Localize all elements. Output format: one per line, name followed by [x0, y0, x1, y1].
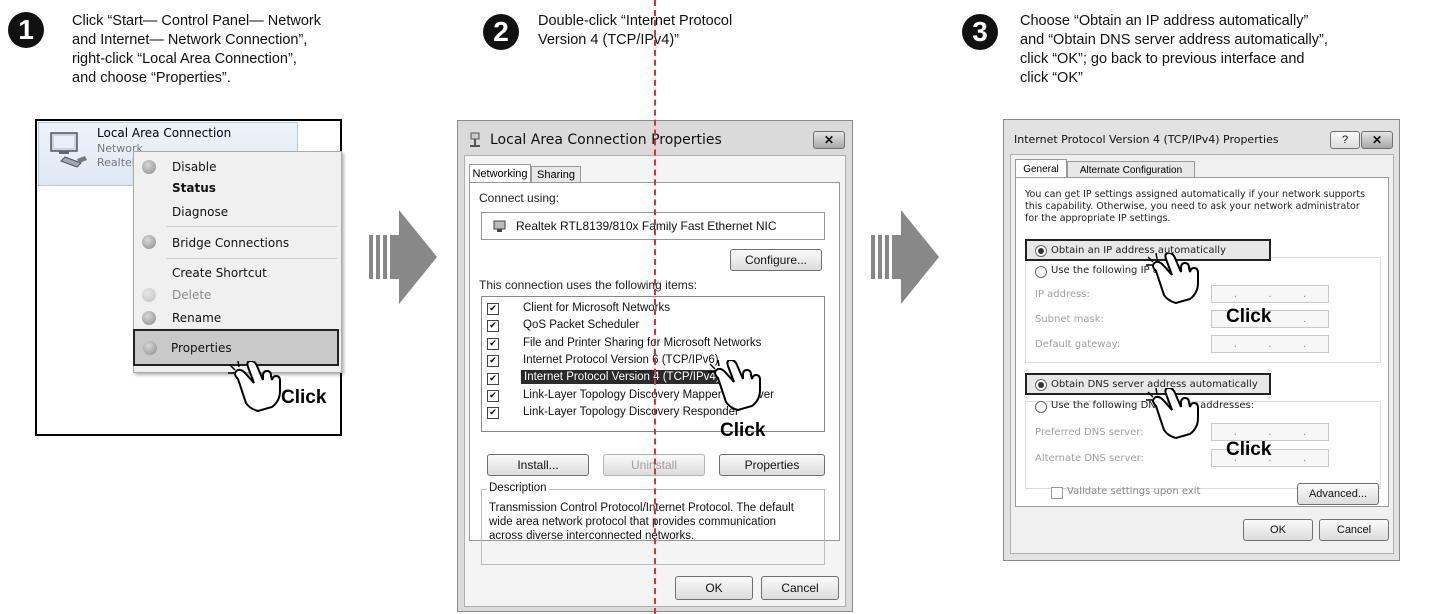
- checkbox[interactable]: ✔: [487, 303, 499, 315]
- checkbox[interactable]: ✔: [487, 320, 499, 332]
- menu-divider: [166, 226, 337, 227]
- next-step-arrow-icon: [369, 210, 437, 304]
- click-label: Click: [1226, 306, 1272, 327]
- configure-button[interactable]: Configure...: [730, 249, 822, 271]
- advanced-button[interactable]: Advanced...: [1297, 483, 1379, 505]
- list-item[interactable]: File and Printer Sharing for Microsoft N…: [523, 337, 761, 349]
- use-ip-radio[interactable]: [1035, 266, 1047, 278]
- description-text: Transmission Control Protocol/Internet P…: [489, 502, 794, 514]
- connection-adapter: Realtek: [97, 156, 139, 169]
- use-dns-radio[interactable]: [1035, 401, 1047, 413]
- shield-icon: [142, 235, 156, 249]
- list-item[interactable]: Link-Layer Topology Discovery Responder: [523, 406, 739, 418]
- subnet-mask-label: Subnet mask:: [1035, 314, 1104, 325]
- menu-item-disable[interactable]: Disable: [172, 160, 217, 174]
- step-3-number: 3: [962, 14, 998, 50]
- list-item[interactable]: QoS Packet Scheduler: [523, 319, 639, 331]
- menu-item-bridge-connections[interactable]: Bridge Connections: [172, 236, 289, 250]
- menu-item-diagnose[interactable]: Diagnose: [172, 205, 228, 219]
- close-button[interactable]: ✕: [1361, 131, 1393, 149]
- next-step-arrow-icon: [871, 210, 939, 304]
- close-button[interactable]: ✕: [813, 131, 845, 149]
- shield-icon: [142, 160, 156, 174]
- network-adapter-icon: [50, 132, 87, 168]
- adapter-field: Realtek RTL8139/810x Family Fast Etherne…: [481, 212, 825, 240]
- ipv4-properties-dialog: Internet Protocol Version 4 (TCP/IPv4) P…: [1003, 119, 1400, 561]
- description-text: across diverse interconnected networks.: [489, 530, 695, 542]
- preferred-dns-label: Preferred DNS server:: [1035, 427, 1144, 438]
- menu-item-delete[interactable]: Delete: [172, 288, 211, 302]
- validate-checkbox[interactable]: [1051, 487, 1063, 499]
- checkbox[interactable]: ✔: [487, 390, 499, 402]
- items-label: This connection uses the following items…: [479, 278, 698, 292]
- dialog-body: General Alternate Configuration You can …: [1010, 154, 1394, 554]
- step-2-instruction: Double-click “Internet Protocol Version …: [538, 13, 733, 48]
- intro-text: this capability. Otherwise, you need to …: [1025, 201, 1360, 212]
- shield-icon: [143, 341, 157, 355]
- validate-label: Validate settings upon exit: [1067, 486, 1201, 497]
- shield-icon: [142, 311, 156, 325]
- menu-item-properties: Properties: [171, 341, 232, 355]
- menu-item-rename[interactable]: Rename: [172, 311, 221, 325]
- list-item[interactable]: Client for Microsoft Networks: [523, 302, 670, 314]
- checkbox[interactable]: ✔: [487, 373, 499, 385]
- menu-item-status[interactable]: Status: [172, 181, 216, 195]
- description-label: Description: [487, 482, 549, 494]
- help-button[interactable]: ?: [1330, 131, 1360, 149]
- install-button[interactable]: Install...: [487, 454, 589, 476]
- network-card-icon: [493, 220, 506, 232]
- default-gateway-label: Default gateway:: [1035, 339, 1121, 350]
- cancel-button[interactable]: Cancel: [761, 576, 839, 600]
- connection-title: Local Area Connection: [97, 126, 232, 140]
- ip-address-label: IP address:: [1035, 289, 1090, 300]
- tab-networking[interactable]: Networking: [469, 164, 531, 183]
- dialog-title: Local Area Connection Properties: [490, 132, 722, 148]
- alternate-dns-label: Alternate DNS server:: [1035, 453, 1144, 464]
- pointing-hand-icon: [1146, 388, 1199, 440]
- ip-address-field[interactable]: ...: [1211, 285, 1329, 303]
- list-item[interactable]: Internet Protocol Version 6 (TCP/IPv6): [523, 354, 719, 366]
- obtain-dns-radio[interactable]: [1035, 379, 1047, 391]
- checkbox[interactable]: ✔: [487, 407, 499, 419]
- default-gateway-field[interactable]: ...: [1211, 335, 1329, 353]
- menu-divider: [166, 258, 337, 259]
- click-label: Click: [281, 387, 327, 408]
- intro-text: You can get IP settings assigned automat…: [1025, 189, 1366, 200]
- shield-icon: [142, 288, 156, 302]
- step-1-number: 1: [8, 12, 44, 48]
- click-label: Click: [1226, 439, 1272, 460]
- obtain-ip-radio[interactable]: [1035, 245, 1047, 257]
- pointing-hand-icon: [1146, 253, 1199, 305]
- checkbox[interactable]: ✔: [487, 338, 499, 350]
- step-1-instruction: Click “Start— Control Panel— Network and…: [72, 13, 321, 86]
- intro-text: for the appropriate IP settings.: [1025, 213, 1171, 224]
- adapter-name: Realtek RTL8139/810x Family Fast Etherne…: [516, 219, 777, 233]
- checkbox[interactable]: ✔: [487, 355, 499, 367]
- ok-button[interactable]: OK: [675, 576, 753, 600]
- dialog-title: Internet Protocol Version 4 (TCP/IPv4) P…: [1014, 133, 1279, 146]
- step-2-number: 2: [483, 14, 519, 50]
- cancel-button[interactable]: Cancel: [1319, 519, 1389, 541]
- connect-using-label: Connect using:: [479, 191, 560, 205]
- pointing-hand-icon: [708, 360, 761, 412]
- step-3-instruction: Choose “Obtain an IP address automatical…: [1020, 13, 1328, 86]
- network-icon: [470, 132, 480, 147]
- tab-general[interactable]: General: [1015, 159, 1067, 178]
- list-item-selected[interactable]: Internet Protocol Version 4 (TCP/IPv4): [521, 370, 723, 384]
- description-text: wide area network protocol that provides…: [489, 516, 777, 528]
- dns-group: [1025, 401, 1381, 489]
- ok-button[interactable]: OK: [1243, 519, 1313, 541]
- properties-button[interactable]: Properties: [719, 454, 825, 476]
- pointing-hand-icon: [228, 361, 281, 413]
- menu-item-create-shortcut[interactable]: Create Shortcut: [172, 266, 267, 280]
- click-label: Click: [720, 420, 766, 441]
- center-guide-line: [654, 0, 656, 614]
